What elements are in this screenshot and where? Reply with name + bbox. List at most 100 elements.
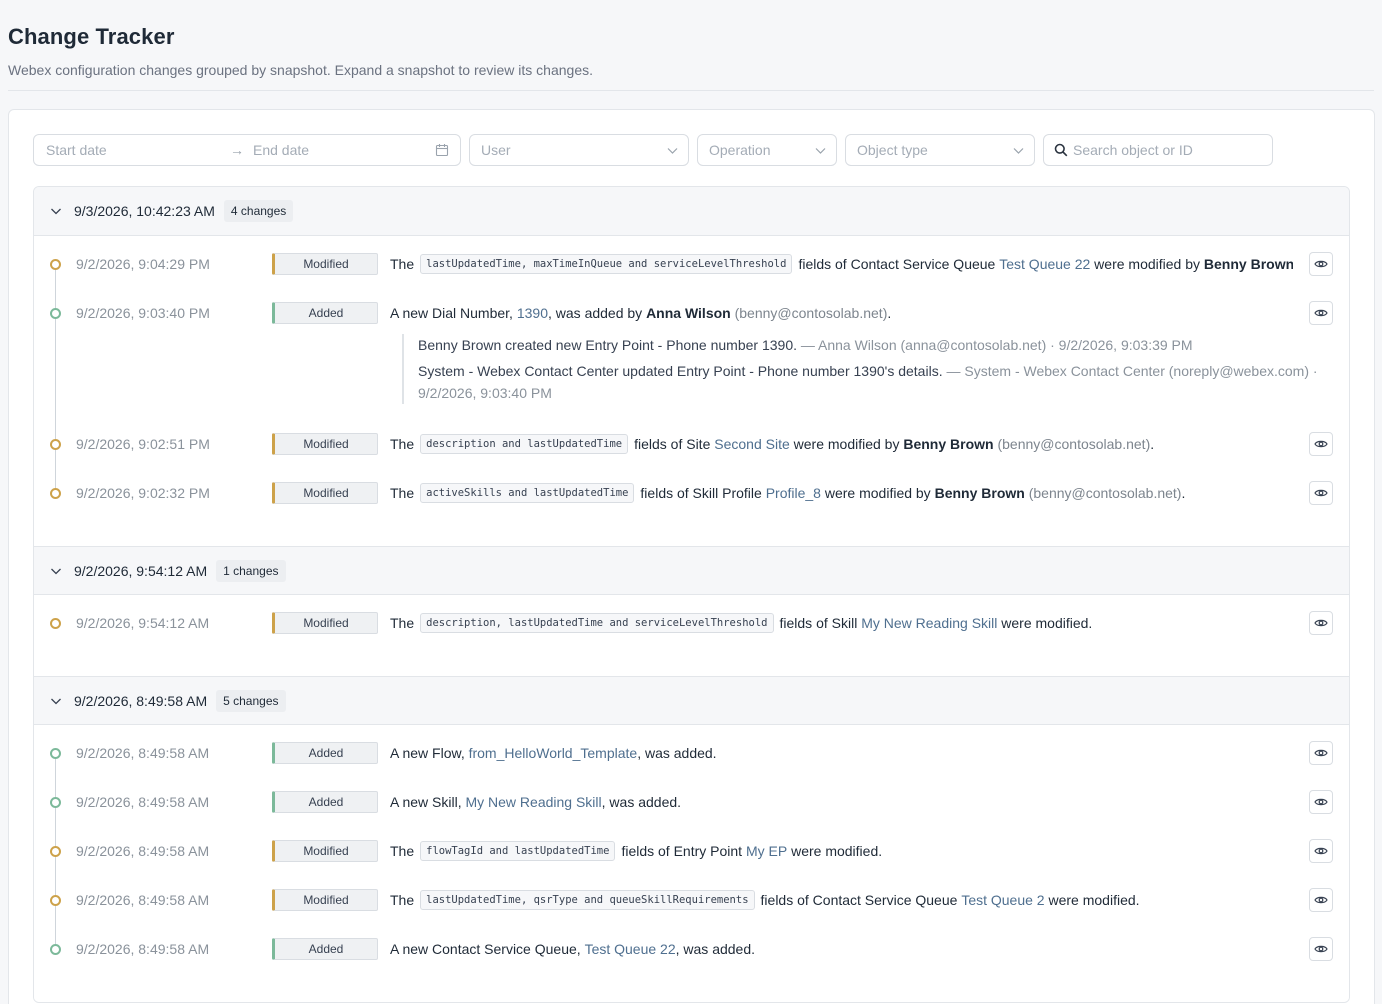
chevron-down-icon — [815, 148, 826, 154]
chevron-down-icon — [667, 148, 678, 154]
operation-select[interactable]: Operation — [697, 134, 837, 166]
eye-icon — [1314, 798, 1328, 806]
object-link[interactable]: Profile_8 — [766, 485, 821, 501]
chevron-down-icon[interactable] — [50, 565, 62, 577]
operation-badge: Modified — [272, 482, 378, 504]
snapshot-header[interactable]: 9/2/2026, 9:54:12 AM 1 changes — [34, 546, 1349, 595]
view-details-button[interactable] — [1309, 481, 1333, 505]
change-count-badge: 1 changes — [216, 559, 286, 582]
change-row: 9/2/2026, 9:02:51 PM Modified The descripti… — [34, 420, 1349, 469]
snapshot-changes: 9/2/2026, 9:54:12 AM Modified The descripti… — [34, 595, 1349, 676]
description-text: A new Flow, — [390, 745, 469, 761]
operation-badge: Modified — [272, 889, 378, 911]
operation-badge: Modified — [272, 612, 378, 634]
view-details-button[interactable] — [1309, 741, 1333, 765]
added-dot — [50, 943, 61, 955]
date-range-picker[interactable]: Start date → End date — [33, 134, 461, 166]
activity-log-meta: — Anna Wilson (anna@contosolab.net) · 9/… — [797, 337, 1193, 353]
user-name: Benny Brown — [1203, 256, 1293, 272]
description-text: The — [390, 892, 415, 908]
chevron-down-icon — [1013, 148, 1024, 154]
change-time: 9/2/2026, 8:49:58 AM — [76, 941, 210, 957]
description-text: fields of Site — [634, 436, 715, 452]
eye-icon — [1314, 619, 1328, 627]
added-dot — [50, 796, 61, 808]
description-text: The — [390, 485, 415, 501]
activity-log-entry: System - Webex Contact Center updated En… — [418, 360, 1322, 404]
activity-log-text: Benny Brown created new Entry Point - Ph… — [418, 337, 797, 353]
description-text: The — [390, 843, 415, 859]
start-date-input[interactable]: Start date — [46, 142, 230, 158]
object-link[interactable]: Second Site — [714, 436, 790, 452]
change-time: 9/2/2026, 9:54:12 AM — [76, 615, 210, 631]
snapshot-list: 9/3/2026, 10:42:23 AM 4 changes 9/2/2026, … — [33, 186, 1350, 1003]
description-text: were modified. — [1044, 892, 1140, 908]
change-description: The flowTagId and lastUpdatedTime fields o… — [390, 841, 1293, 861]
snapshot-time: 9/2/2026, 8:49:58 AM — [74, 692, 208, 709]
object-link[interactable]: 1390 — [517, 305, 548, 321]
object-link[interactable]: My New Reading Skill — [861, 615, 997, 631]
change-description: The lastUpdatedTime, maxTimeInQueue and s… — [390, 254, 1293, 274]
change-description: A new Skill, My New Reading Skill, was a… — [390, 792, 1293, 812]
description-text: were modified by — [789, 436, 904, 452]
user-select[interactable]: User — [469, 134, 689, 166]
object-link[interactable]: from_HelloWorld_Template — [469, 745, 638, 761]
object-type-select[interactable]: Object type — [845, 134, 1035, 166]
description-text: were modified. — [997, 615, 1093, 631]
view-details-button[interactable] — [1309, 839, 1333, 863]
eye-icon — [1314, 945, 1328, 953]
user-name: Benny Brown — [903, 436, 994, 452]
filter-bar: Start date → End date User Operation Obj… — [33, 134, 1273, 166]
object-link[interactable]: Test Queue 22 — [999, 256, 1090, 272]
description-text: A new Dial Number, — [390, 305, 517, 321]
description-text: . — [1150, 436, 1155, 452]
change-tracker-card: Start date → End date User Operation Obj… — [8, 109, 1375, 1004]
snapshot-time: 9/2/2026, 9:54:12 AM — [74, 562, 208, 579]
view-details-button[interactable] — [1309, 888, 1333, 912]
description-text: were modified by — [1090, 256, 1204, 272]
object-link[interactable]: My New Reading Skill — [465, 794, 601, 810]
change-row: 9/2/2026, 8:49:58 AM Modified The flowTagId… — [34, 827, 1349, 876]
view-details-button[interactable] — [1309, 937, 1333, 961]
snapshot-header[interactable]: 9/2/2026, 8:49:58 AM 5 changes — [34, 676, 1349, 725]
object-link[interactable]: My EP — [746, 843, 787, 859]
chevron-down-icon[interactable] — [50, 695, 62, 707]
search-input[interactable]: Search object or ID — [1043, 134, 1273, 166]
end-date-input[interactable]: End date — [253, 142, 309, 158]
activity-log-entry: Benny Brown created new Entry Point - Ph… — [418, 334, 1322, 356]
description-text: fields of Contact Service Queue — [760, 892, 962, 908]
added-dot — [50, 307, 61, 319]
change-description: The description and lastUpdatedTime fields… — [390, 434, 1293, 454]
change-count-badge: 4 changes — [223, 200, 294, 222]
object-type-select-placeholder: Object type — [857, 142, 928, 158]
snapshot-changes: 9/2/2026, 9:04:29 PM Modified The lastUpdat… — [34, 236, 1349, 546]
object-link[interactable]: Test Queue 2 — [961, 892, 1044, 908]
snapshot-header[interactable]: 9/3/2026, 10:42:23 AM 4 changes — [34, 187, 1349, 236]
view-details-button[interactable] — [1309, 611, 1333, 635]
user-name: Benny Brown — [934, 485, 1025, 501]
object-link[interactable]: Test Queue 22 — [585, 941, 676, 957]
change-row: 9/2/2026, 8:49:58 AM Added A new Skill, My… — [34, 778, 1349, 827]
chevron-down-icon[interactable] — [50, 205, 62, 217]
view-details-button[interactable] — [1309, 432, 1333, 456]
description-text: , was added by — [548, 305, 647, 321]
description-text: A new Contact Service Queue, — [390, 941, 585, 957]
changed-fields: lastUpdatedTime, qsrType and queueSkillR… — [420, 890, 755, 910]
change-time: 9/2/2026, 9:02:51 PM — [76, 436, 210, 452]
change-description: A new Flow, from_HelloWorld_Template, wa… — [390, 743, 1293, 763]
user-select-placeholder: User — [481, 142, 511, 158]
view-details-button[interactable] — [1309, 301, 1333, 325]
modified-dot — [50, 438, 61, 450]
header-divider — [8, 90, 1374, 91]
eye-icon — [1314, 440, 1328, 448]
description-text: A new Skill, — [390, 794, 466, 810]
view-details-button[interactable] — [1309, 252, 1333, 276]
calendar-icon[interactable] — [435, 143, 449, 157]
change-time: 9/2/2026, 8:49:58 AM — [76, 892, 210, 908]
search-icon — [1054, 143, 1068, 157]
page-title: Change Tracker — [8, 24, 175, 49]
view-details-button[interactable] — [1309, 790, 1333, 814]
change-row: 9/2/2026, 9:04:29 PM Modified The lastUpdat… — [34, 240, 1349, 289]
operation-select-placeholder: Operation — [709, 142, 771, 158]
snapshot-time: 9/3/2026, 10:42:23 AM — [74, 203, 215, 219]
